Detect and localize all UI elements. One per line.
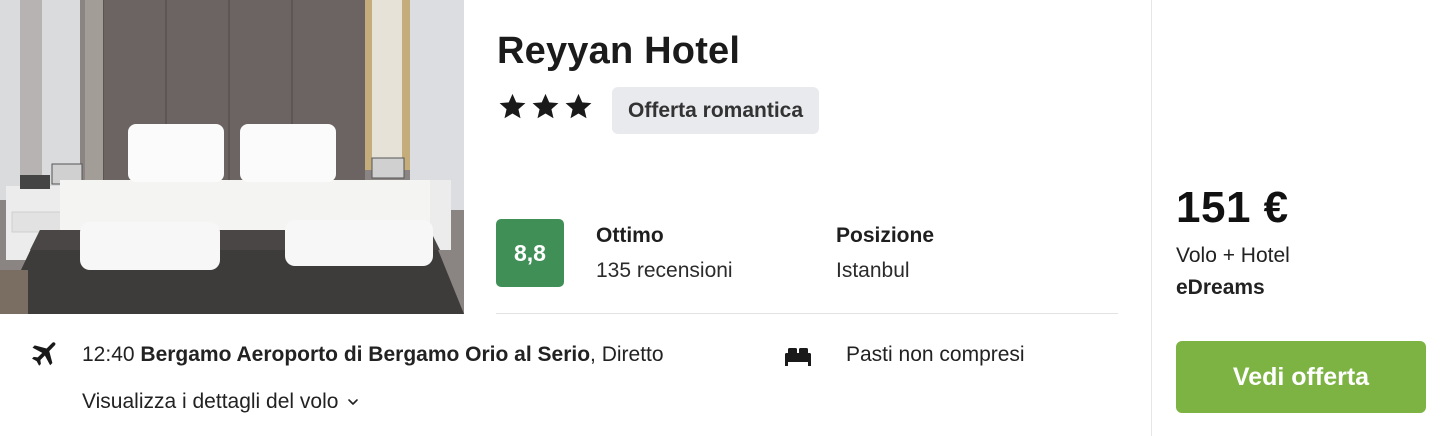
column-divider <box>1151 0 1152 436</box>
flight-details-label: Visualizza i dettagli del volo <box>82 390 339 413</box>
flight-details-link[interactable]: Visualizza i dettagli del volo <box>82 390 360 414</box>
review-count: 135 recensioni <box>596 259 733 282</box>
location-label: Posizione <box>836 224 935 247</box>
flight-summary: 12:40 Bergamo Aeroporto di Bergamo Orio … <box>82 343 664 367</box>
rating-label: Ottimo <box>596 224 664 247</box>
hotel-name[interactable]: Reyyan Hotel <box>497 30 740 73</box>
flight-time: 12:40 <box>82 343 135 366</box>
departure-airport: Bergamo Aeroporto di Bergamo Orio al Ser… <box>140 343 591 366</box>
meals-info: Pasti non compresi <box>846 343 1025 366</box>
location-value: Istanbul <box>836 259 910 282</box>
divider <box>496 313 1118 314</box>
score-badge: 8,8 <box>496 219 564 287</box>
provider-name: eDreams <box>1176 276 1265 299</box>
package-type: Volo + Hotel <box>1176 244 1290 267</box>
offer-price: 151 € <box>1176 183 1289 232</box>
hotel-photo[interactable] <box>0 0 464 314</box>
bed-icon <box>785 348 811 366</box>
flight-type: , Diretto <box>590 343 664 366</box>
star-icon <box>499 93 526 119</box>
star-rating <box>497 91 594 122</box>
offer-tag: Offerta romantica <box>612 87 820 134</box>
hotel-offer-card: Reyyan Hotel Offerta romantica 8,8 Ottim… <box>0 0 1448 436</box>
chevron-down-icon <box>348 399 359 405</box>
view-offer-button[interactable]: Vedi offerta <box>1176 341 1426 413</box>
star-icon <box>565 93 592 119</box>
plane-icon <box>32 342 56 366</box>
star-icon <box>532 93 559 119</box>
